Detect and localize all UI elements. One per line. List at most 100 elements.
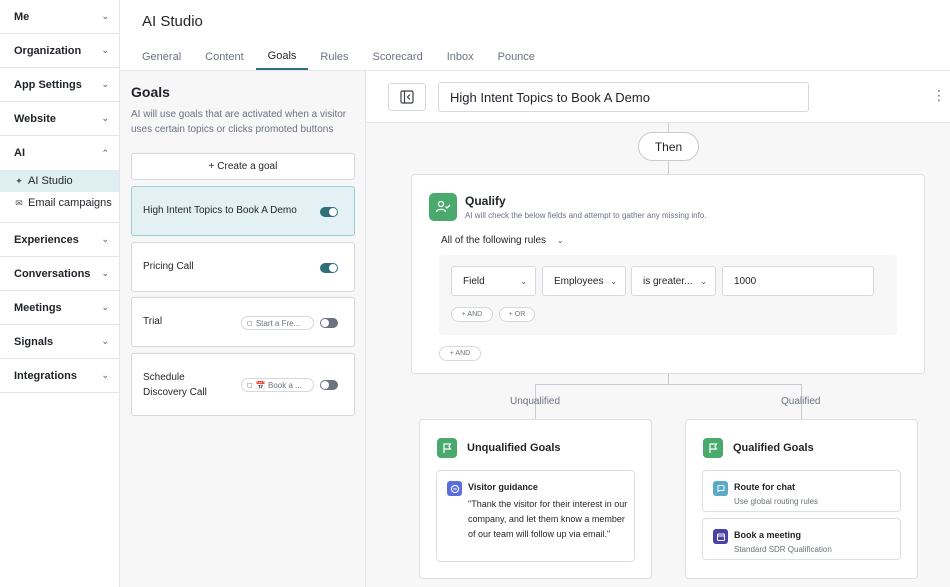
- tab-scorecard[interactable]: Scorecard: [361, 44, 435, 70]
- chevron-down-icon: ⌄: [101, 113, 109, 123]
- sidebar-section-label: Website: [14, 112, 56, 125]
- goal-card[interactable]: Trial ◻ Start a Fre...: [131, 297, 355, 347]
- rule-operator-select[interactable]: is greater... ⌄: [631, 266, 716, 296]
- settings-sidebar: Me ⌄ Organization ⌄ App Settings ⌄ Websi…: [0, 0, 120, 587]
- calendar-icon: [713, 529, 728, 544]
- chat-bubble-icon: ◻: [247, 382, 253, 389]
- goal-enabled-toggle[interactable]: [320, 263, 338, 273]
- sidebar-item-ai-studio[interactable]: ✦ AI Studio: [0, 170, 119, 192]
- sidebar-section-experiences[interactable]: Experiences ⌄: [0, 223, 119, 257]
- sidebar-section-meetings[interactable]: Meetings ⌄: [0, 291, 119, 325]
- sidebar-section-website[interactable]: Website ⌄: [0, 102, 119, 136]
- connector-line: [668, 161, 669, 174]
- rules-mode-label: All of the following rules: [441, 235, 547, 246]
- sparkle-icon: ✦: [15, 175, 23, 186]
- qualified-branch-label: Qualified: [781, 396, 821, 407]
- sidebar-section-label: Me: [14, 10, 30, 23]
- tab-rules[interactable]: Rules: [308, 44, 360, 70]
- sidebar-section-ai-header[interactable]: AI ⌃: [0, 136, 119, 170]
- select-value: Employees: [554, 275, 604, 287]
- sidebar-section-integrations[interactable]: Integrations ⌄: [0, 359, 119, 393]
- book-meeting-card[interactable]: Book a meeting Standard SDR Qualificatio…: [702, 518, 901, 560]
- sidebar-section-label: Organization: [14, 44, 82, 57]
- goal-name: Trial: [143, 316, 163, 327]
- select-value: is greater...: [643, 275, 693, 287]
- sidebar-section-app-settings[interactable]: App Settings ⌄: [0, 68, 119, 102]
- route-for-chat-title: Route for chat: [734, 482, 796, 492]
- tab-bar: General Content Goals Rules Scorecard In…: [130, 44, 547, 70]
- collapse-panel-button[interactable]: [388, 83, 426, 111]
- chevron-down-icon: ⌄: [556, 236, 564, 245]
- qualified-goals-card: Qualified Goals Route for chat Use globa…: [685, 419, 918, 579]
- chat-bubble-icon: ◻: [247, 320, 253, 327]
- rule-attribute-select[interactable]: Employees ⌄: [542, 266, 626, 296]
- goal-title-input[interactable]: High Intent Topics to Book A Demo: [438, 82, 809, 112]
- more-options-icon[interactable]: ⋮: [932, 88, 946, 102]
- tab-inbox[interactable]: Inbox: [435, 44, 486, 70]
- sidebar-section-signals[interactable]: Signals ⌄: [0, 325, 119, 359]
- sidebar-section-label: Integrations: [14, 369, 77, 382]
- goal-name: Pricing Call: [143, 261, 194, 272]
- sidebar-section-me[interactable]: Me ⌄: [0, 0, 119, 34]
- goal-trigger-label: Start a Fre...: [255, 318, 301, 328]
- book-meeting-title: Book a meeting: [734, 530, 802, 540]
- goals-panel: Goals AI will use goals that are activat…: [120, 71, 366, 587]
- then-node: Then: [638, 132, 699, 161]
- chevron-down-icon: ⌄: [101, 302, 109, 312]
- add-or-condition-button[interactable]: + OR: [499, 307, 535, 322]
- goal-enabled-toggle[interactable]: [320, 318, 338, 328]
- goals-title: Goals: [131, 84, 170, 100]
- create-goal-button[interactable]: + Create a goal: [131, 153, 355, 180]
- chevron-down-icon: ⌄: [700, 276, 707, 286]
- connector-line: [668, 123, 669, 132]
- sidebar-item-email-campaigns[interactable]: ✉ Email campaigns: [0, 192, 119, 214]
- page-title: AI Studio: [142, 13, 203, 30]
- goal-card[interactable]: Schedule Discovery Call ◻ 📅 Book a ...: [131, 353, 355, 416]
- goal-enabled-toggle[interactable]: [320, 380, 338, 390]
- tab-general[interactable]: General: [130, 44, 193, 70]
- chat-route-icon: [713, 481, 728, 496]
- route-for-chat-card[interactable]: Route for chat Use global routing rules: [702, 470, 901, 512]
- chevron-down-icon: ⌄: [101, 336, 109, 346]
- qualify-title: Qualify: [465, 194, 506, 208]
- qualify-description: AI will check the below fields and attem…: [465, 211, 707, 220]
- collapse-panel-icon: [400, 90, 414, 104]
- mail-icon: ✉: [15, 197, 23, 208]
- chevron-up-icon: ⌃: [101, 147, 109, 158]
- goal-card[interactable]: Pricing Call: [131, 242, 355, 292]
- goal-trigger-chip: ◻ Start a Fre...: [241, 316, 314, 330]
- rule-value-input[interactable]: 1000: [722, 266, 874, 296]
- chevron-down-icon: ⌄: [101, 234, 109, 244]
- visitor-guidance-card[interactable]: Visitor guidance "Thank the visitor for …: [436, 470, 635, 562]
- visitor-guidance-text: "Thank the visitor for their interest in…: [468, 499, 628, 539]
- sidebar-section-ai: AI ⌃ ✦ AI Studio ✉ Email campaigns: [0, 136, 119, 223]
- page-header: AI Studio General Content Goals Rules Sc…: [120, 0, 950, 71]
- goal-trigger-chip: ◻ 📅 Book a ...: [241, 378, 314, 392]
- flag-icon: [437, 438, 457, 458]
- input-value: 1000: [734, 275, 757, 287]
- connector-line: [535, 384, 802, 385]
- tab-goals[interactable]: Goals: [255, 44, 309, 70]
- goals-description: AI will use goals that are activated whe…: [131, 109, 347, 135]
- sidebar-item-label: AI Studio: [28, 175, 73, 187]
- visitor-guidance-title: Visitor guidance: [468, 482, 538, 492]
- sidebar-section-label: App Settings: [14, 78, 82, 91]
- rule-field-type-select[interactable]: Field ⌄: [451, 266, 536, 296]
- goal-name: High Intent Topics to Book A Demo: [143, 205, 297, 216]
- sidebar-section-organization[interactable]: Organization ⌄: [0, 34, 119, 68]
- book-meeting-subtitle: Standard SDR Qualification: [734, 545, 832, 554]
- tab-pounce[interactable]: Pounce: [486, 44, 547, 70]
- rules-mode-dropdown[interactable]: All of the following rules ⌄: [441, 235, 564, 246]
- unqualified-branch-label: Unqualified: [510, 396, 561, 407]
- add-and-group-button[interactable]: + AND: [439, 346, 481, 361]
- goal-card[interactable]: High Intent Topics to Book A Demo: [131, 186, 355, 236]
- add-and-condition-button[interactable]: + AND: [451, 307, 493, 322]
- goal-trigger-label: 📅 Book a ...: [255, 380, 302, 390]
- tab-content[interactable]: Content: [193, 44, 256, 70]
- sidebar-section-label: Signals: [14, 335, 54, 348]
- goal-enabled-toggle[interactable]: [320, 207, 338, 217]
- sidebar-section-conversations[interactable]: Conversations ⌄: [0, 257, 119, 291]
- qualify-card: Qualify AI will check the below fields a…: [411, 174, 925, 374]
- sidebar-section-label: Conversations: [14, 267, 91, 280]
- unqualified-goals-card: Unqualified Goals Visitor guidance "Than…: [419, 419, 652, 579]
